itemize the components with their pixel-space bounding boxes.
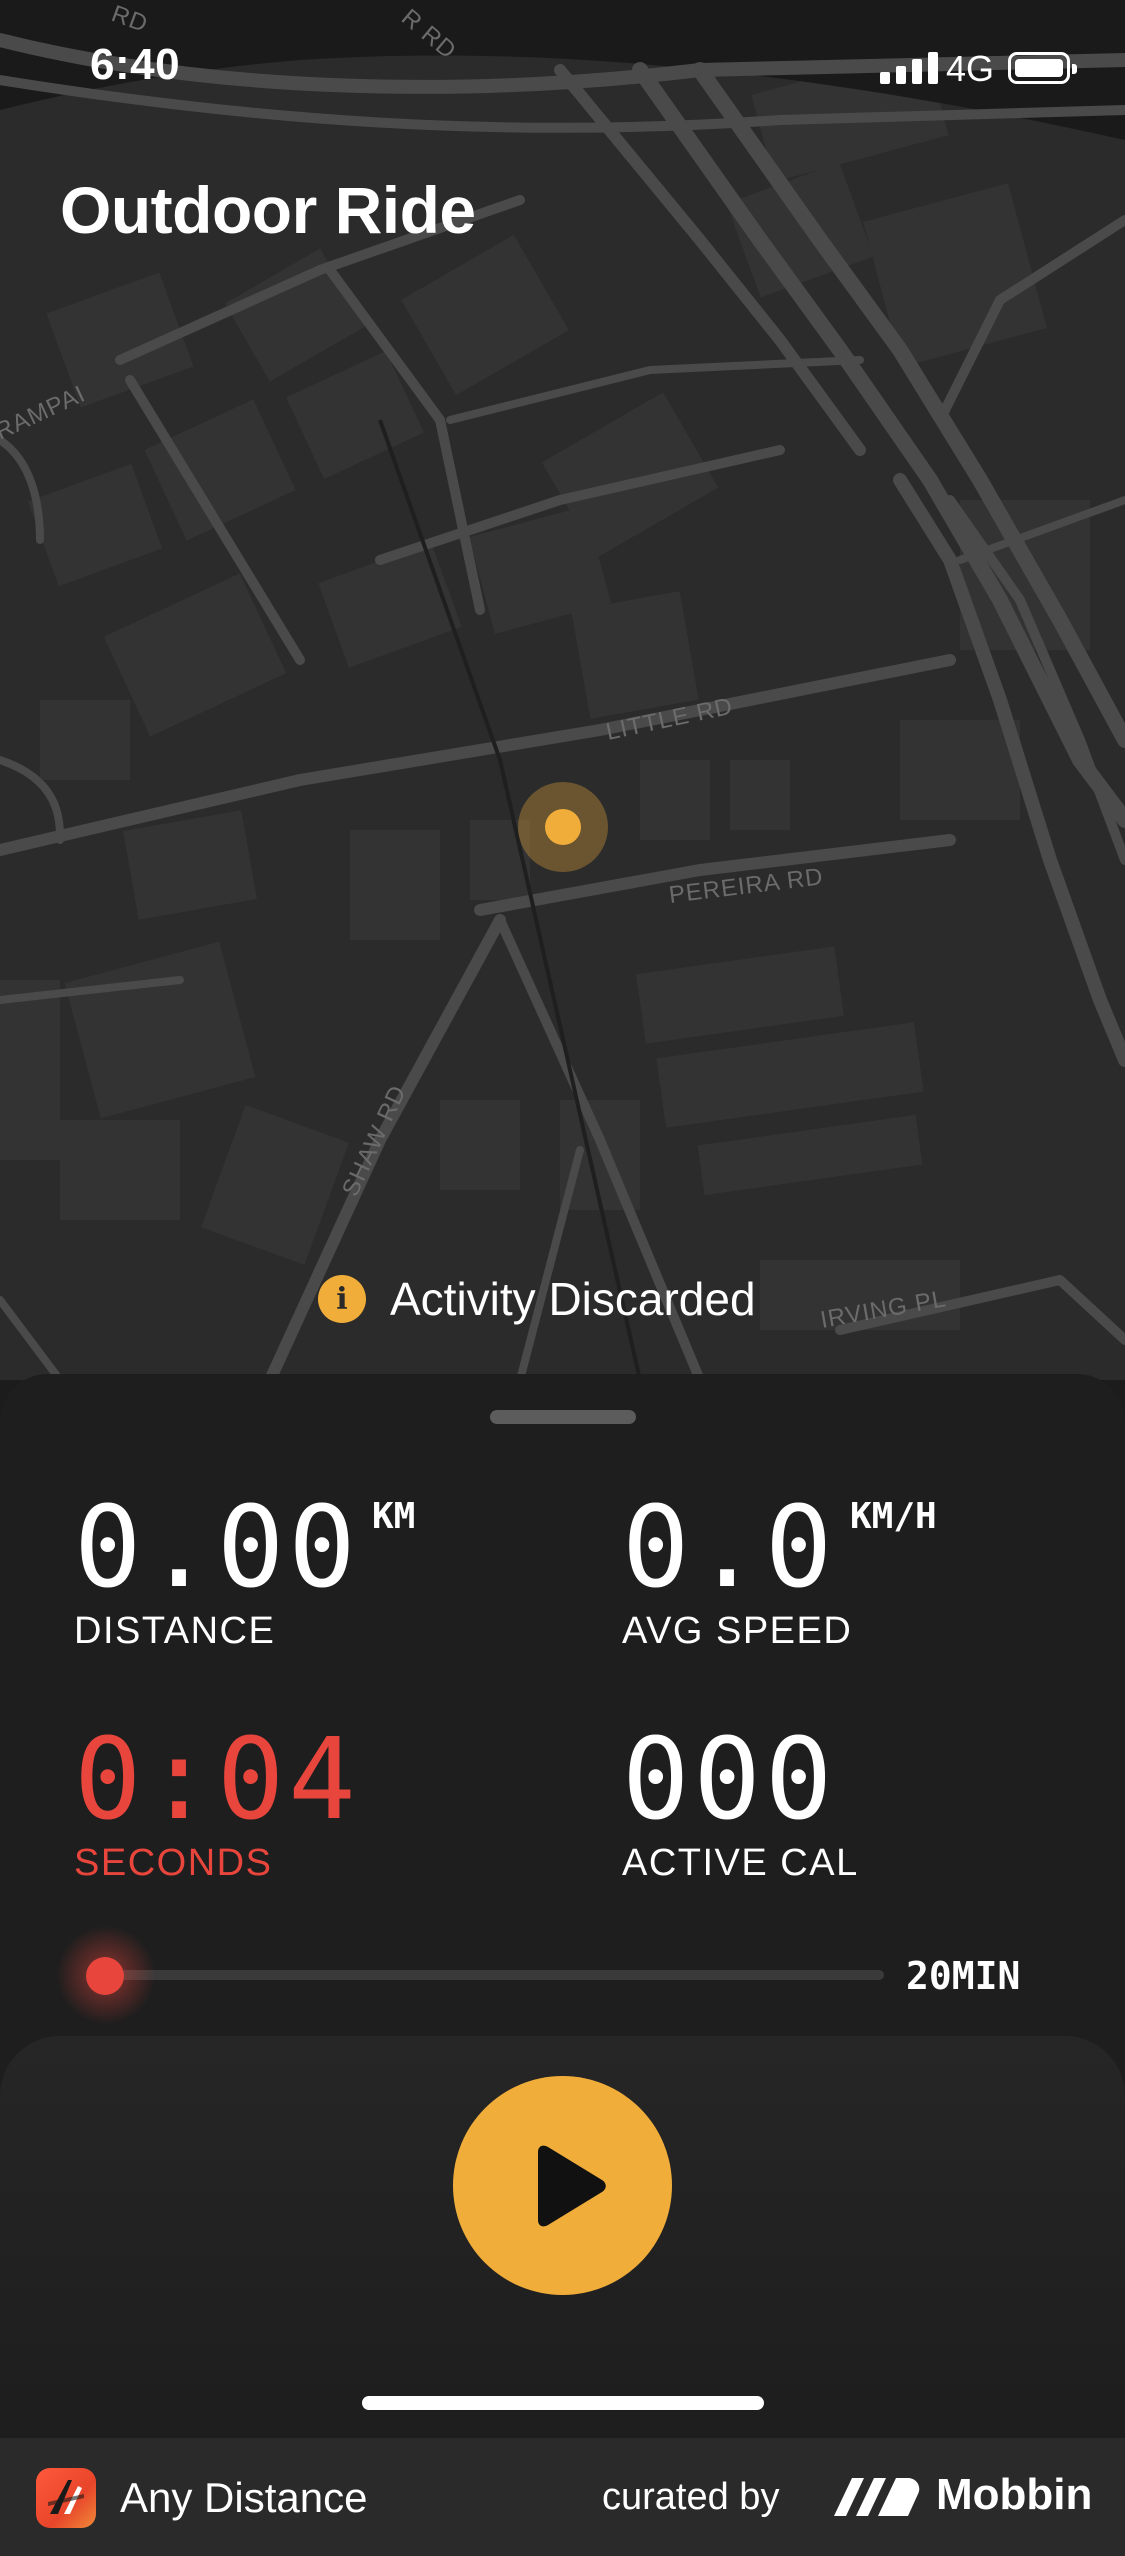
page-title: Outdoor Ride: [60, 173, 476, 247]
distance-value: 0.00: [74, 1483, 360, 1613]
footer-bar: Any Distance curated by Mobbin: [0, 2438, 1125, 2556]
cellular-signal-icon: [880, 52, 938, 84]
network-type: 4G: [946, 48, 995, 89]
curated-by-text: curated by: [602, 2476, 780, 2518]
elapsed-time-value: 0:04: [74, 1715, 360, 1845]
avg-speed-value: 0.0: [622, 1483, 837, 1613]
street-label-rampai: RAMPAI: [0, 380, 90, 445]
play-button[interactable]: [453, 2076, 672, 2295]
avg-speed-label: AVG SPEED: [622, 1610, 853, 1652]
active-calories-value: 000: [622, 1715, 837, 1845]
mobbin-logo-icon: [834, 2478, 920, 2516]
toast-message: Activity Discarded: [390, 1273, 756, 1325]
avg-speed-unit: KM/H: [850, 1496, 937, 1537]
any-distance-app-icon: [36, 2468, 96, 2528]
duration-limit-label: 20MIN: [906, 1954, 1021, 1998]
elapsed-time-label: SECONDS: [74, 1842, 273, 1884]
battery-icon: [1008, 52, 1077, 84]
play-icon: [537, 2145, 606, 2226]
street-label-shaw-rd: SHAW RD: [337, 1081, 412, 1201]
sheet-grabber[interactable]: [490, 1410, 636, 1424]
status-time: 6:40: [90, 40, 181, 89]
active-calories-label: ACTIVE CAL: [622, 1842, 859, 1884]
info-icon: i: [318, 1275, 366, 1323]
mobbin-brand: Mobbin: [936, 2470, 1093, 2519]
current-location-marker: [518, 782, 608, 872]
distance-unit: KM: [372, 1496, 416, 1537]
ride-stats-sheet: 0.00 KM DISTANCE 0.0 KM/H AVG SPEED 0:04…: [0, 1374, 1125, 2438]
duration-progress-track[interactable]: [104, 1970, 884, 1980]
home-indicator[interactable]: [362, 2396, 764, 2410]
duration-progress-knob[interactable]: [86, 1957, 124, 1995]
status-bar: 6:40 4G: [0, 0, 1125, 140]
distance-label: DISTANCE: [74, 1610, 276, 1652]
app-name: Any Distance: [120, 2474, 368, 2521]
activity-discarded-toast: i Activity Discarded: [318, 1272, 756, 1326]
